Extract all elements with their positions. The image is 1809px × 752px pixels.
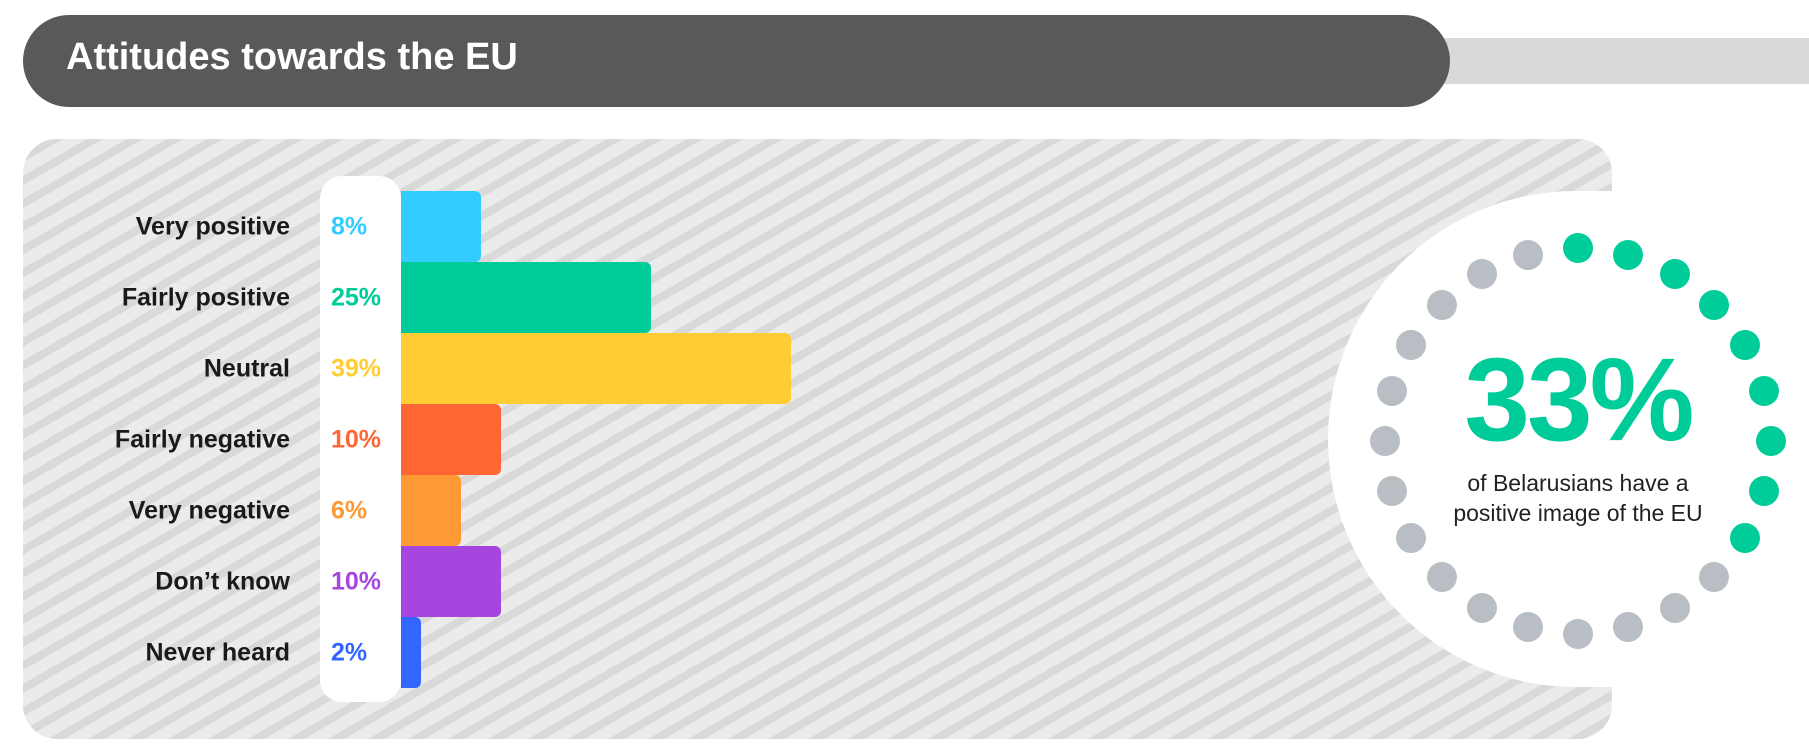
bar-2 — [401, 333, 791, 404]
ring-dot-empty — [1659, 593, 1690, 624]
value-label: 10% — [331, 425, 382, 453]
highlight-value: 33% — [1464, 334, 1694, 466]
bar-6 — [401, 617, 421, 688]
category-label: Neutral — [203, 354, 290, 382]
bar-4 — [401, 475, 461, 546]
ring-dot-empty — [1466, 593, 1497, 624]
value-label: 2% — [331, 638, 368, 666]
value-label: 39% — [331, 354, 382, 382]
highlight-caption: of Belarusians have a positive image of … — [1378, 468, 1778, 528]
caption-line-1: of Belarusians have a — [1467, 470, 1689, 496]
category-label: Very positive — [135, 212, 290, 240]
ring-dot-filled — [1659, 258, 1690, 289]
ring-dot-empty — [1466, 258, 1497, 289]
ring-dot-empty — [1563, 619, 1593, 649]
category-label: Fairly positive — [121, 283, 290, 311]
category-label: Never heard — [145, 638, 290, 666]
bar-5 — [401, 546, 501, 617]
category-label: Very negative — [128, 496, 290, 524]
bar-3 — [401, 404, 501, 475]
ring-dot-filled — [1612, 239, 1643, 270]
value-label: 6% — [331, 496, 368, 524]
category-label: Don’t know — [155, 567, 290, 595]
bar-1 — [401, 262, 651, 333]
ring-dot-empty — [1513, 239, 1544, 270]
value-label: 8% — [331, 212, 368, 240]
ring-dot-filled — [1563, 233, 1593, 263]
ring-dot-filled — [1699, 289, 1730, 320]
caption-line-2: positive image of the EU — [1453, 500, 1703, 526]
ring-dot-empty — [1426, 289, 1457, 320]
page-title: Attitudes towards the EU — [66, 36, 518, 78]
category-label: Fairly negative — [114, 425, 290, 453]
value-label: 10% — [331, 567, 382, 595]
ring-dot-empty — [1426, 562, 1457, 593]
value-label: 25% — [331, 283, 382, 311]
bar-0 — [401, 191, 481, 262]
